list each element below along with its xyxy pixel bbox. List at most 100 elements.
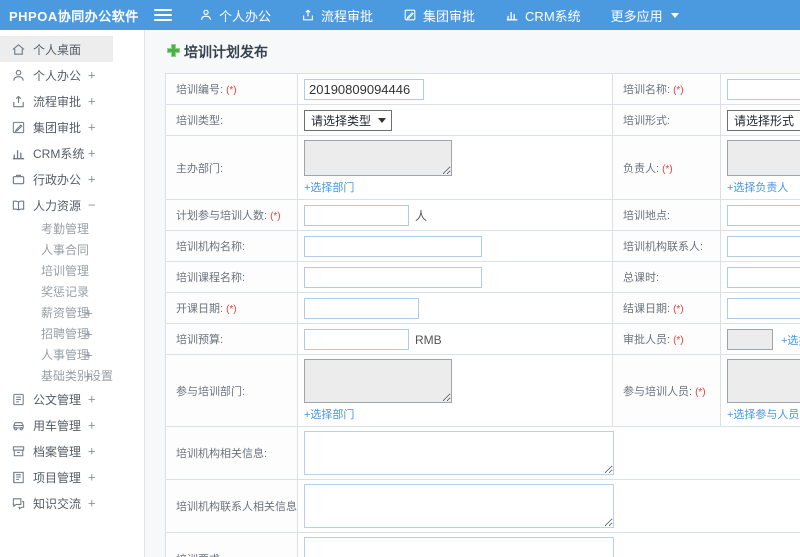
user-icon [11, 68, 26, 83]
select-dept-link[interactable]: +选择部门 [304, 406, 354, 422]
table-row: 培训机构相关信息: [165, 426, 800, 480]
approver-input[interactable] [727, 328, 773, 350]
menu-toggle-icon[interactable] [154, 9, 172, 21]
caret-down-icon [670, 12, 679, 18]
sidebar-subitem-base-category[interactable]: 基础类别设置 + [0, 365, 144, 386]
expand-icon[interactable]: + [88, 172, 96, 187]
required-mark: (*) [270, 211, 281, 222]
total-hours-input[interactable] [727, 266, 800, 288]
app-logo: PHPOA协同办公软件 [9, 8, 139, 24]
expand-icon[interactable]: + [85, 326, 93, 341]
requirements-textarea[interactable] [304, 537, 614, 557]
expand-icon[interactable]: + [88, 444, 96, 459]
sidebar-item-archives[interactable]: 档案管理 + [0, 438, 144, 464]
table-row: 培训编号:(*) 培训名称:(*) [165, 73, 800, 105]
field-label: 结课日期: [623, 303, 671, 315]
sidebar-subitem-personnel[interactable]: 人事管理 + [0, 344, 144, 365]
field-label: 培训名称: [623, 84, 671, 96]
edit-icon [403, 8, 417, 22]
participants-textarea[interactable] [727, 359, 800, 403]
expand-icon[interactable]: + [88, 94, 96, 109]
sidebar-subitem-attendance[interactable]: 考勤管理 [0, 218, 144, 239]
main-content: 培训计划发布 培训编号:(*) 培训名称:(*) 培训类型: 请选择类型 培训形… [145, 30, 800, 557]
sidebar-item-projects[interactable]: 项目管理 + [0, 464, 144, 490]
expand-icon[interactable]: + [88, 120, 96, 135]
training-type-select[interactable]: 请选择类型 [304, 109, 393, 131]
select-dept-link[interactable]: +选择部门 [304, 179, 354, 195]
nav-crm[interactable]: CRM系统 [490, 0, 596, 30]
unit-suffix: 人 [415, 208, 428, 223]
sidebar-subitem-recruit[interactable]: 招聘管理 + [0, 323, 144, 344]
collapse-icon[interactable]: − [88, 198, 96, 213]
location-input[interactable] [727, 204, 800, 226]
table-row: 培训课程名称: 总课时: [165, 261, 800, 293]
end-date-input[interactable] [727, 297, 800, 319]
required-mark: (*) [695, 386, 706, 398]
budget-input[interactable] [304, 328, 409, 350]
table-row: 培训要求: [165, 532, 800, 557]
planned-participants-input[interactable] [304, 204, 409, 226]
select-leader-link[interactable]: +选择负责人 [727, 179, 788, 195]
sidebar-item-desktop[interactable]: 个人桌面 [0, 36, 113, 62]
select-approver-link[interactable]: +选择审批人员 [781, 335, 800, 347]
field-label: 培训机构联系人相关信息: [176, 501, 298, 513]
expand-icon[interactable]: + [88, 470, 96, 485]
table-row: 培训机构名称: 培训机构联系人: [165, 230, 800, 262]
sidebar-subitem-rewards[interactable]: 奖惩记录 [0, 281, 144, 302]
sidebar-subitem-training[interactable]: 培训管理 [0, 260, 144, 281]
expand-icon[interactable]: + [85, 368, 93, 383]
training-plan-form: 培训编号:(*) 培训名称:(*) 培训类型: 请选择类型 培训形式: 请选择形… [165, 73, 800, 557]
sidebar-subitem-hr-contract[interactable]: 人事合同 [0, 239, 144, 260]
field-label: 培训编号: [176, 84, 224, 96]
chart-icon [11, 146, 26, 161]
nav-personal-office[interactable]: 个人办公 [184, 0, 286, 30]
sidebar-subitem-salary[interactable]: 薪资管理 + [0, 302, 144, 323]
sidebar-item-personal-office[interactable]: 个人办公 + [0, 62, 144, 88]
required-mark: (*) [662, 163, 673, 175]
expand-icon[interactable]: + [85, 305, 93, 320]
org-contact-input[interactable] [727, 235, 800, 257]
required-mark: (*) [226, 85, 237, 96]
expand-icon[interactable]: + [88, 392, 96, 407]
table-row: 计划参与培训人数: (*) 人 培训地点: [165, 199, 800, 231]
sidebar-item-flow-approval[interactable]: 流程审批 + [0, 88, 144, 114]
expand-icon[interactable]: + [85, 347, 93, 362]
training-form-select[interactable]: 请选择形式 [727, 109, 800, 131]
host-dept-textarea[interactable] [304, 140, 452, 176]
field-label: 审批人员: [623, 334, 671, 346]
leader-textarea[interactable] [727, 140, 800, 176]
sidebar-item-crm[interactable]: CRM系统 + [0, 140, 144, 166]
training-name-input[interactable] [727, 78, 800, 100]
sidebar-item-hr[interactable]: 人力资源 − [0, 192, 144, 218]
participating-dept-textarea[interactable] [304, 359, 452, 403]
start-date-input[interactable] [304, 297, 419, 319]
select-participants-link[interactable]: +选择参与人员 [727, 406, 799, 422]
field-label: 主办部门: [176, 162, 224, 175]
training-no-input[interactable] [304, 78, 424, 100]
field-label: 开课日期: [176, 303, 224, 315]
edit-icon [11, 120, 26, 135]
org-contact-info-textarea[interactable] [304, 484, 614, 528]
nav-flow-approval[interactable]: 流程审批 [286, 0, 388, 30]
sidebar-item-admin-office[interactable]: 行政办公 + [0, 166, 144, 192]
sidebar-item-vehicle[interactable]: 用车管理 + [0, 412, 144, 438]
flow-icon [11, 94, 26, 109]
org-info-textarea[interactable] [304, 431, 614, 475]
form-table-wrap: 培训编号:(*) 培训名称:(*) 培训类型: 请选择类型 培训形式: 请选择形… [165, 73, 800, 557]
field-label: 培训机构联系人: [623, 241, 704, 253]
nav-more-apps[interactable]: 更多应用 [596, 0, 694, 30]
expand-icon[interactable]: + [88, 68, 96, 83]
sidebar-item-group-approval[interactable]: 集团审批 + [0, 114, 144, 140]
field-label: 参与培训人员: [623, 385, 693, 398]
expand-icon[interactable]: + [88, 418, 96, 433]
course-name-input[interactable] [304, 266, 482, 288]
expand-icon[interactable]: + [88, 146, 96, 161]
sidebar-item-knowledge[interactable]: 知识交流 + [0, 490, 144, 516]
required-mark: (*) [673, 85, 684, 96]
org-name-input[interactable] [304, 235, 482, 257]
sidebar: 个人桌面 个人办公 + 流程审批 + 集团审批 + CRM系统 + 行政办公 + [0, 30, 145, 557]
nav-group-approval[interactable]: 集团审批 [388, 0, 490, 30]
expand-icon[interactable]: + [88, 496, 96, 511]
add-plus-icon [167, 44, 180, 60]
sidebar-item-documents[interactable]: 公文管理 + [0, 386, 144, 412]
